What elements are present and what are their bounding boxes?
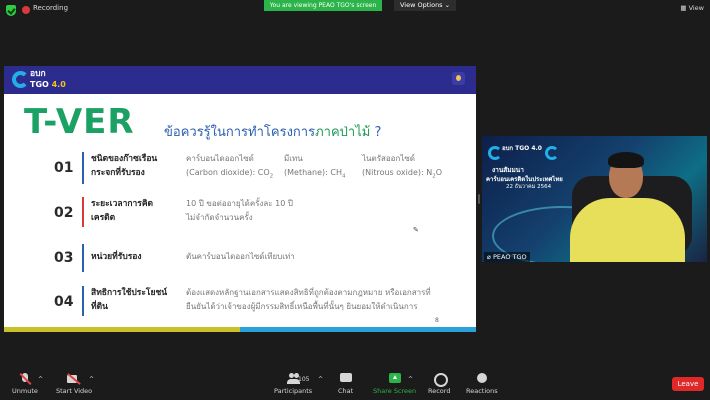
- view-button-label: View: [688, 4, 704, 12]
- cell-line1: มีเทน: [284, 154, 303, 163]
- leave-button[interactable]: Leave: [672, 377, 704, 391]
- row-text-line2: ยืนยันได้ว่าเจ้าของผู้มีกรรมสิทธิ์เหนือพ…: [186, 302, 418, 311]
- cell-line1: คาร์บอนไดออกไซด์: [186, 154, 254, 163]
- logo-c-icon: [12, 71, 29, 88]
- participant-name-label: ⌀ PEAO TGO: [484, 252, 530, 262]
- cell-subscript: 2: [269, 173, 274, 180]
- panel-resize-handle[interactable]: [478, 194, 480, 204]
- row-title: สิทธิการใช้ประโยชน์ที่ดิน: [91, 288, 168, 312]
- logo-version: 4.0: [48, 80, 66, 89]
- audio-options-caret-icon[interactable]: ^: [38, 376, 43, 383]
- view-options-button[interactable]: View Options ⌄: [394, 0, 457, 11]
- share-options-caret-icon[interactable]: ^: [408, 376, 413, 383]
- slide-page-number: 8: [435, 317, 439, 324]
- subtitle-highlight: ภาคป่าไม้: [315, 125, 371, 140]
- logo-tgo: TGO: [30, 80, 49, 89]
- slide-title: T-VER: [24, 102, 135, 142]
- chevron-down-icon: ⌄: [444, 1, 451, 9]
- lightbulb-icon: [452, 72, 465, 85]
- recording-dot-icon: [22, 6, 30, 14]
- shared-screen-slide: อบก TGO 4.0 T-VER ข้อควรรู้ในการทำโครงกา…: [4, 66, 476, 332]
- person-body: [570, 198, 685, 262]
- viewing-screen-banner: You are viewing PEAO TGO's screen: [264, 0, 382, 11]
- row-title: ชนิดของก๊าซเรือนกระจกที่รับรอง: [91, 154, 158, 178]
- row-text-line1: 10 ปี ขอต่ออายุได้ครั้งละ 10 ปี: [186, 199, 293, 208]
- chat-icon: [339, 373, 353, 384]
- cell-formula: (Methane): CH: [284, 168, 343, 177]
- video-logo-c-icon: [488, 146, 502, 160]
- cell-line2: (Carbon dioxide): CO2: [186, 166, 273, 184]
- meeting-toolbar: Unmute ^ Start Video ^ Participants ^ Ch…: [0, 370, 710, 400]
- video-logo-c2-icon: [545, 146, 559, 160]
- reactions-label: Reactions: [466, 387, 498, 395]
- subtitle-end: ?: [370, 125, 382, 140]
- zoom-meeting-window: Recording You are viewing PEAO TGO's scr…: [0, 0, 710, 400]
- video-logo-text: อบก TGO 4.0: [502, 145, 542, 152]
- cell-subscript: 4: [342, 173, 346, 180]
- security-shield-icon[interactable]: [6, 5, 16, 16]
- share-screen-label: Share Screen: [373, 387, 417, 395]
- logo-text-bottom: TGO 4.0: [30, 80, 66, 89]
- row-number: 04: [54, 294, 74, 310]
- record-label: Record: [428, 387, 451, 395]
- video-event-date: 22 ธันวาคม 2564: [506, 184, 552, 190]
- participants-caret-icon[interactable]: ^: [318, 376, 323, 383]
- row-text-line2: ไม่จำกัดจำนวนครั้ง: [186, 213, 253, 222]
- grid-view-icon: ▦: [680, 4, 689, 12]
- row-divider-bar: [82, 197, 84, 227]
- row-divider-bar: [82, 152, 84, 184]
- cell-suffix: O: [435, 168, 442, 177]
- slide-header: อบก TGO 4.0: [4, 66, 476, 94]
- gas-cell-n2o: ไนตรัสออกไซด์ (Nitrous oxide): N2O: [362, 152, 442, 184]
- view-options-label: View Options: [400, 1, 443, 9]
- slide-subtitle: ข้อควรรู้ในการทำโครงการภาคป่าไม้ ?: [164, 121, 381, 142]
- record-button[interactable]: Record: [428, 373, 450, 395]
- gas-cell-ch4: มีเทน (Methane): CH4: [284, 152, 346, 184]
- muted-microphone-icon: [18, 373, 32, 384]
- pen-icon: ✎: [413, 226, 419, 234]
- start-video-label: Start Video: [56, 387, 93, 395]
- person-hair: [608, 152, 644, 168]
- row-text-line1: ต้องแสดงหลักฐานเอกสารแสดงสิทธิที่ถูกต้อง…: [186, 288, 431, 297]
- share-screen-icon: [388, 373, 402, 384]
- chat-label: Chat: [338, 387, 354, 395]
- participants-label: Participants: [274, 387, 313, 395]
- cell-formula: (Nitrous oxide): N: [362, 168, 433, 177]
- slide-footer-yellow: [4, 327, 240, 332]
- chat-button[interactable]: Chat: [338, 373, 353, 395]
- view-button[interactable]: ▦ View: [680, 4, 704, 12]
- row-text: 10 ปี ขอต่ออายุได้ครั้งละ 10 ปี ไม่จำกัด…: [186, 197, 293, 225]
- row-number: 03: [54, 250, 74, 266]
- logo-text-top: อบก: [30, 69, 46, 79]
- record-icon: [432, 373, 449, 387]
- row-divider-bar: [82, 244, 84, 272]
- row-divider-bar: [82, 286, 84, 316]
- cell-line2: (Methane): CH4: [284, 166, 346, 184]
- top-bar: Recording You are viewing PEAO TGO's scr…: [0, 0, 710, 20]
- cell-formula: (Carbon dioxide): CO: [186, 168, 270, 177]
- tgo-logo: อบก TGO 4.0: [10, 69, 74, 91]
- unmute-label: Unmute: [12, 387, 38, 395]
- participant-video-tile[interactable]: อบก TGO 4.0 งานสัมมนา คาร์บอนเครดิตในประ…: [482, 136, 707, 262]
- row-number: 01: [54, 160, 74, 176]
- cell-line2: (Nitrous oxide): N2O: [362, 166, 442, 184]
- gas-cell-co2: คาร์บอนไดออกไซด์ (Carbon dioxide): CO2: [186, 152, 273, 184]
- row-text: ตันคาร์บอนไดออกไซด์เทียบเท่า: [186, 252, 295, 261]
- reactions-icon: [475, 373, 489, 384]
- video-options-caret-icon[interactable]: ^: [89, 376, 94, 383]
- start-video-button[interactable]: Start Video: [56, 373, 92, 395]
- cell-line1: ไนตรัสออกไซด์: [362, 154, 415, 163]
- row-number: 02: [54, 205, 74, 221]
- slide-footer-blue: [240, 327, 476, 332]
- reactions-button[interactable]: Reactions: [466, 373, 498, 395]
- participants-count-badge: 105: [298, 376, 310, 383]
- row-title: ระยะเวลาการคิดเครดิต: [91, 199, 154, 223]
- participant-name: PEAO TGO: [492, 253, 527, 261]
- row-text: ต้องแสดงหลักฐานเอกสารแสดงสิทธิที่ถูกต้อง…: [186, 286, 446, 314]
- video-off-icon: [67, 373, 81, 384]
- recording-label: Recording: [33, 4, 69, 12]
- unmute-button[interactable]: Unmute: [12, 373, 38, 395]
- subtitle-main: ข้อควรรู้ในการทำโครงการ: [164, 125, 316, 140]
- row-title: หน่วยที่รับรอง: [91, 252, 142, 262]
